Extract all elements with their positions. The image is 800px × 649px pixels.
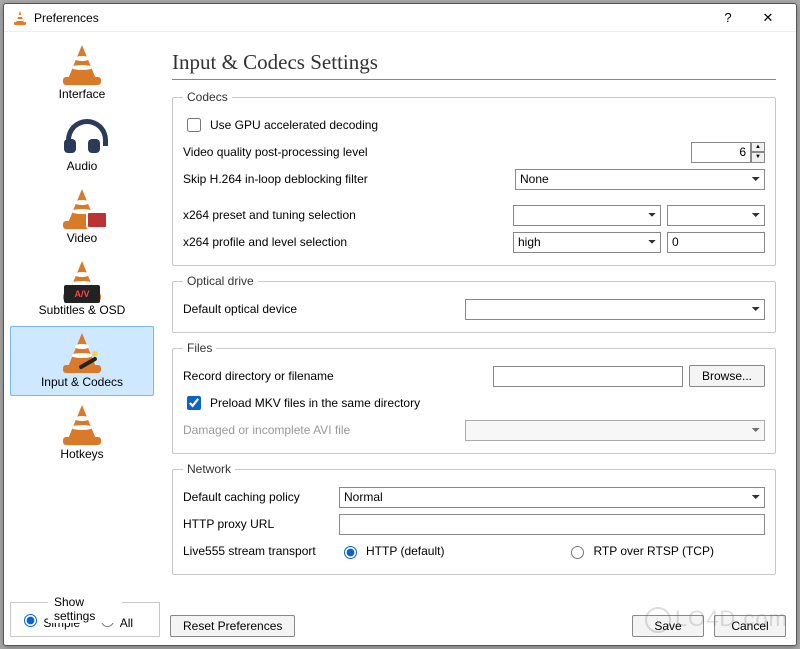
- damaged-avi-label: Damaged or incomplete AVI file: [183, 423, 350, 437]
- sidebar-item-interface[interactable]: Interface: [10, 38, 154, 108]
- optical-device-select[interactable]: [465, 299, 765, 320]
- vlc-icon: [12, 10, 28, 26]
- footer: Show settings Simple All Reset Preferenc…: [4, 598, 796, 645]
- network-group: Network Default caching policy Normal HT…: [172, 462, 776, 575]
- post-processing-label: Video quality post-processing level: [183, 145, 368, 159]
- headphones-icon: [58, 115, 106, 157]
- optical-device-label: Default optical device: [183, 302, 297, 316]
- sidebar-item-label: Video: [67, 231, 97, 245]
- page-title: Input & Codecs Settings: [172, 50, 776, 75]
- close-button[interactable]: ✕: [748, 10, 788, 26]
- sidebar-item-audio[interactable]: Audio: [10, 110, 154, 180]
- sidebar-item-subtitles[interactable]: A/V Subtitles & OSD: [10, 254, 154, 324]
- x264-tune-select[interactable]: [667, 205, 765, 226]
- sidebar-item-label: Audio: [67, 159, 98, 173]
- sidebar-item-video[interactable]: Video: [10, 182, 154, 252]
- files-group: Files Record directory or filename Brows…: [172, 341, 776, 454]
- transport-rtp-radio[interactable]: [571, 546, 584, 559]
- skip-h264-select[interactable]: None: [515, 169, 765, 190]
- show-settings-group: Show settings Simple All: [10, 602, 160, 637]
- sidebar: Interface Audio Video A/V Subtitles & OS…: [4, 32, 160, 598]
- spin-up[interactable]: ▲: [751, 142, 765, 153]
- window-title: Preferences: [34, 11, 99, 25]
- live555-label: Live555 stream transport: [183, 544, 333, 558]
- preferences-window: Preferences ? ✕ Interface Audio Video: [3, 3, 797, 646]
- transport-http-radio[interactable]: [344, 546, 357, 559]
- x264-profile-label: x264 profile and level selection: [183, 235, 347, 249]
- damaged-avi-select: [465, 420, 765, 441]
- cone-icon: [58, 403, 106, 445]
- cone-osd-icon: A/V: [58, 259, 106, 301]
- codecs-legend: Codecs: [183, 90, 232, 104]
- divider: [172, 79, 776, 80]
- x264-preset-label: x264 preset and tuning selection: [183, 208, 356, 222]
- files-legend: Files: [183, 341, 216, 355]
- http-proxy-label: HTTP proxy URL: [183, 517, 333, 531]
- skip-h264-label: Skip H.264 in-loop deblocking filter: [183, 172, 368, 186]
- sidebar-item-input-codecs[interactable]: Input & Codecs: [10, 326, 154, 396]
- codecs-group: Codecs Use GPU accelerated decoding Vide…: [172, 90, 776, 266]
- optical-group: Optical drive Default optical device: [172, 274, 776, 333]
- help-button[interactable]: ?: [708, 10, 748, 25]
- titlebar: Preferences ? ✕: [4, 4, 796, 32]
- record-dir-label: Record directory or filename: [183, 369, 334, 383]
- x264-profile-select[interactable]: high: [513, 232, 661, 253]
- spin-down[interactable]: ▼: [751, 152, 765, 163]
- caching-policy-label: Default caching policy: [183, 490, 333, 504]
- show-settings-legend: Show settings: [48, 595, 122, 623]
- show-simple-radio[interactable]: [24, 614, 37, 627]
- post-processing-input[interactable]: [691, 142, 751, 163]
- x264-preset-select[interactable]: [513, 205, 661, 226]
- cone-puppet-icon: [58, 331, 106, 373]
- transport-http-label[interactable]: HTTP (default): [339, 543, 444, 559]
- cone-film-icon: [58, 187, 106, 229]
- http-proxy-input[interactable]: [339, 514, 765, 535]
- preload-mkv-label[interactable]: Preload MKV files in the same directory: [183, 393, 420, 413]
- post-processing-stepper[interactable]: ▲▼: [691, 142, 765, 163]
- gpu-checkbox-label[interactable]: Use GPU accelerated decoding: [183, 115, 378, 135]
- sidebar-item-label: Subtitles & OSD: [39, 303, 126, 317]
- network-legend: Network: [183, 462, 235, 476]
- reset-preferences-button[interactable]: Reset Preferences: [170, 615, 295, 637]
- transport-rtp-label[interactable]: RTP over RTSP (TCP): [566, 543, 713, 559]
- sidebar-item-label: Interface: [59, 87, 106, 101]
- sidebar-item-label: Hotkeys: [60, 447, 103, 461]
- optical-legend: Optical drive: [183, 274, 258, 288]
- sidebar-item-hotkeys[interactable]: Hotkeys: [10, 398, 154, 468]
- main-panel: Input & Codecs Settings Codecs Use GPU a…: [160, 32, 796, 598]
- browse-button[interactable]: Browse...: [689, 365, 765, 387]
- sidebar-item-label: Input & Codecs: [41, 375, 123, 389]
- cone-icon: [58, 43, 106, 85]
- preload-mkv-checkbox[interactable]: [187, 396, 201, 410]
- record-dir-input[interactable]: [493, 366, 683, 387]
- gpu-checkbox[interactable]: [187, 118, 201, 132]
- x264-level-input[interactable]: [667, 232, 765, 253]
- caching-policy-select[interactable]: Normal: [339, 487, 765, 508]
- cancel-button[interactable]: Cancel: [714, 615, 786, 637]
- save-button[interactable]: Save: [632, 615, 704, 637]
